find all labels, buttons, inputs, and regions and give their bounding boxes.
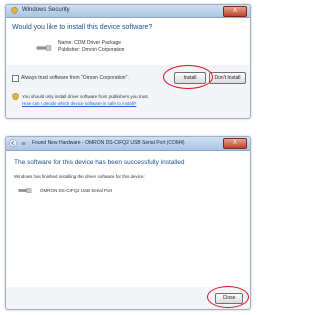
usb-plug-icon <box>18 188 32 193</box>
success-heading: The software for this device has been su… <box>14 159 185 166</box>
success-subtext: Windows has finished installing the driv… <box>14 174 145 179</box>
always-trust-label: Always trust software from "Omron Corpor… <box>21 75 129 81</box>
dialog-heading: Would you like to install this device so… <box>12 24 153 31</box>
close-highlight-ring <box>207 286 249 308</box>
window-title: Found New Hardware - OMRON DS-CIFQ2 USB … <box>32 140 185 146</box>
driver-publisher: Publisher: Omron Corporation <box>58 47 125 53</box>
window-close-button[interactable]: X <box>223 6 247 17</box>
dont-install-button[interactable]: Don't Install <box>209 72 246 84</box>
back-arrow-icon[interactable] <box>9 139 17 147</box>
found-hardware-titlebar: Found New Hardware - OMRON DS-CIFQ2 USB … <box>6 137 250 151</box>
install-highlight-ring <box>163 65 213 89</box>
security-content: Would you like to install this device so… <box>6 18 250 65</box>
warning-link[interactable]: How can I decide which device software i… <box>22 101 136 106</box>
found-hardware-content: The software for this device has been su… <box>6 151 250 287</box>
warning-shield-icon <box>12 93 19 100</box>
usb-plug-icon <box>36 45 52 51</box>
window-title: Windows Security <box>22 7 70 13</box>
usb-plug-icon <box>21 141 28 146</box>
found-hardware-dialog: Found New Hardware - OMRON DS-CIFQ2 USB … <box>5 136 251 310</box>
security-dialog-titlebar: Windows Security X <box>6 5 250 18</box>
window-close-button[interactable]: X <box>223 138 247 149</box>
shield-icon <box>11 7 18 14</box>
security-dialog: Windows Security X Would you like to ins… <box>5 4 251 119</box>
device-name: OMRON DS-CIFQ2 USB Serial Port <box>40 188 113 193</box>
driver-name: Name: CDM Driver Package <box>58 40 122 46</box>
always-trust-checkbox[interactable] <box>12 75 19 82</box>
warning-text: You should only install driver software … <box>22 94 149 99</box>
